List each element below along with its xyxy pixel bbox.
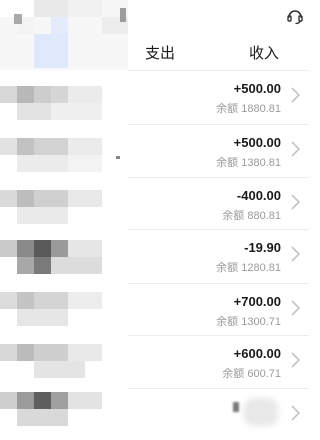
chevron-right-icon [291, 246, 301, 262]
transaction-balance: 余额 880.81 [222, 210, 281, 222]
row-divider [128, 229, 309, 230]
chevron-right-icon [291, 352, 301, 368]
transaction-amount: -400.00 [236, 188, 281, 203]
row-divider [128, 283, 309, 284]
row-divider [128, 388, 309, 389]
chevron-right-icon [291, 87, 301, 103]
transaction-balance: 余额 600.71 [222, 368, 281, 380]
transaction-row[interactable]: -400.00 余额 880.81 [128, 177, 309, 229]
transaction-row[interactable]: +500.00 余额 1880.81 [128, 70, 309, 122]
row-divider [128, 70, 309, 71]
transaction-amount: +500.00 [233, 81, 281, 96]
chevron-right-icon [291, 141, 301, 157]
tab-income[interactable]: 收入 [249, 42, 279, 63]
transaction-amount: -19.90 [244, 240, 281, 255]
chevron-right-icon [291, 300, 301, 316]
headset-icon[interactable] [285, 6, 305, 26]
transaction-balance: 余额 1380.81 [216, 157, 281, 169]
transaction-amount: +500.00 [233, 135, 281, 150]
transaction-balance: 余额 1880.81 [216, 103, 281, 115]
redacted-fragment [116, 156, 120, 159]
chevron-right-icon [291, 405, 301, 421]
transaction-amount: +700.00 [233, 294, 281, 309]
redacted-balance [244, 398, 278, 426]
chevron-right-icon [291, 194, 301, 210]
row-divider [128, 335, 309, 336]
redacted-left-panel [0, 0, 128, 426]
transaction-balance: 余额 1300.71 [216, 316, 281, 328]
transaction-balance: 余额 1280.81 [216, 262, 281, 274]
row-divider [128, 177, 309, 178]
row-divider [128, 124, 309, 125]
transaction-row[interactable] [128, 388, 309, 440]
transaction-row[interactable]: +500.00 余额 1380.81 [128, 124, 309, 176]
transaction-amount: +600.00 [233, 346, 281, 361]
redacted-amount [233, 402, 239, 412]
transaction-row[interactable]: -19.90 余额 1280.81 [128, 229, 309, 281]
transaction-row[interactable]: +600.00 余额 600.71 [128, 335, 309, 387]
transaction-row[interactable]: +700.00 余额 1300.71 [128, 283, 309, 335]
tab-expense[interactable]: 支出 [145, 42, 175, 63]
